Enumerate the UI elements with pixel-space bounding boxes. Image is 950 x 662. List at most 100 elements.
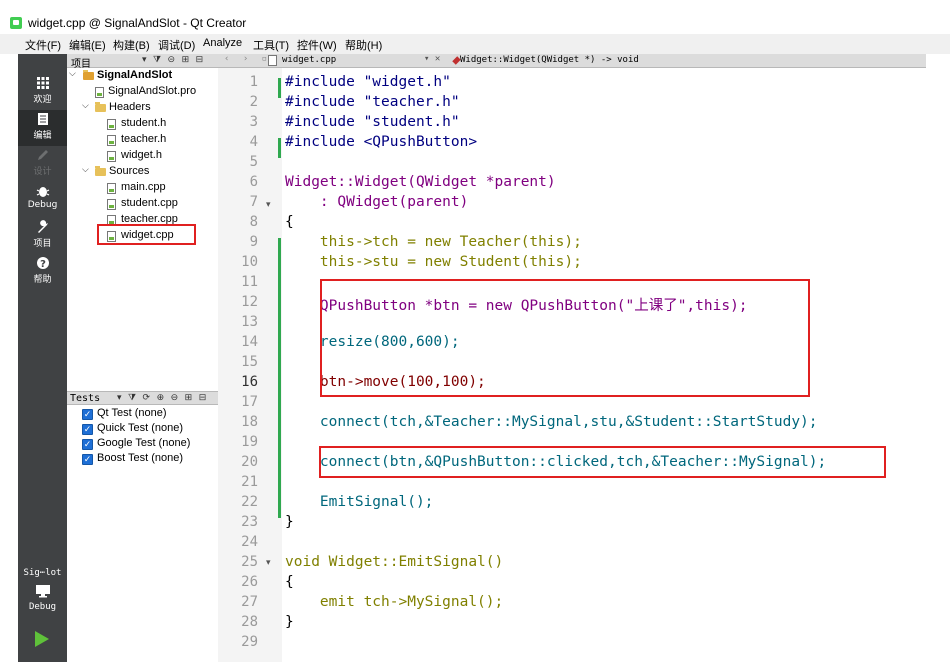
- fold-arrow-icon[interactable]: ▾: [266, 199, 271, 210]
- menu-debug[interactable]: 调试(D): [158, 37, 195, 53]
- tree-item-project[interactable]: ⌵ SignalAndSlot: [69, 68, 214, 84]
- line-number: 17: [241, 394, 258, 410]
- wrench-icon: [36, 220, 50, 234]
- line-number: 20: [241, 454, 258, 470]
- project-pane-tools[interactable]: ▾ ⧩ ⊝ ⊞ ⊟: [142, 54, 205, 65]
- line-number: 16: [241, 374, 258, 390]
- checkbox-checked-icon[interactable]: ✓: [82, 424, 93, 435]
- annotation-box-button-code: [320, 279, 810, 397]
- mode-design[interactable]: 设计: [18, 146, 67, 182]
- grid-icon: [36, 76, 50, 90]
- line-number: 26: [241, 574, 258, 590]
- menu-tools[interactable]: 工具(T): [253, 37, 289, 53]
- session-name: Sig⋯lot: [23, 568, 62, 578]
- line-number: 9: [249, 234, 258, 250]
- mode-design-label: 设计: [33, 167, 52, 177]
- code-line: this->stu = new Student(this);: [285, 254, 582, 270]
- test-item-label: Qt Test (none): [97, 407, 167, 419]
- header-file-icon: [107, 119, 116, 130]
- window-title: widget.cpp @ SignalAndSlot - Qt Creator: [28, 16, 247, 30]
- nav-back-forward-icon[interactable]: ‹ › ▫: [224, 54, 271, 64]
- line-number: 13: [241, 314, 258, 330]
- tests-pane-tools[interactable]: ▾ ⧩ ⟳ ⊕ ⊖ ⊞ ⊟: [117, 392, 208, 403]
- tree-item-file[interactable]: student.h: [107, 117, 207, 132]
- code-line: #include "widget.h": [285, 74, 451, 90]
- code-text: #include "widget.h": [285, 74, 451, 90]
- folder-icon: [95, 102, 106, 112]
- menu-build[interactable]: 构建(B): [113, 37, 150, 53]
- code-text: #include "teacher.h": [285, 94, 460, 110]
- chevron-down-icon[interactable]: ⌵: [69, 68, 76, 79]
- tree-item-label: SignalAndSlot.pro: [108, 85, 197, 97]
- line-number: 22: [241, 494, 258, 510]
- tree-item-label: SignalAndSlot: [97, 69, 173, 81]
- code-line: connect(tch,&Teacher::MySignal,stu,&Stud…: [285, 414, 818, 430]
- monitor-icon: [35, 584, 51, 598]
- line-number: 11: [241, 274, 258, 290]
- menu-bar: 文件(F) 编辑(E) 构建(B) 调试(D) Analyze 工具(T) 控件…: [0, 34, 950, 54]
- line-number: 6: [249, 174, 258, 190]
- checkbox-checked-icon[interactable]: ✓: [82, 454, 93, 465]
- line-number: 19: [241, 434, 258, 450]
- code-line: }: [285, 514, 294, 530]
- code-line: {: [285, 574, 294, 590]
- code-text: Widget::Widget(QWidget *parent): [285, 174, 556, 190]
- kit-label: Debug: [28, 602, 57, 612]
- line-number: 3: [249, 114, 258, 130]
- line-number: 12: [241, 294, 258, 310]
- chevron-down-icon[interactable]: ⌵: [82, 164, 89, 175]
- menu-analyze[interactable]: Analyze: [203, 37, 242, 49]
- mode-debug[interactable]: Debug: [18, 182, 67, 218]
- code-text: this->stu = new Student(this);: [285, 254, 582, 270]
- checkbox-checked-icon[interactable]: ✓: [82, 409, 93, 420]
- tree-item-file[interactable]: main.cpp: [107, 181, 207, 196]
- code-line: this->tch = new Teacher(this);: [285, 234, 582, 250]
- project-folder-icon: [83, 70, 94, 80]
- menu-help[interactable]: 帮助(H): [345, 37, 382, 53]
- mode-edit-label: 编辑: [33, 131, 52, 141]
- tree-item-headers[interactable]: ⌵ Headers: [82, 100, 202, 116]
- tests-list: ✓ Qt Test (none) ✓ Quick Test (none) ✓ G…: [67, 405, 218, 662]
- tree-item-label: teacher.h: [121, 133, 167, 145]
- qt-creator-icon: [10, 17, 22, 29]
- fold-arrow-icon[interactable]: ▾: [266, 557, 271, 568]
- checkbox-checked-icon[interactable]: ✓: [82, 439, 93, 450]
- code-text: }: [285, 614, 294, 630]
- tree-item-file[interactable]: widget.h: [107, 149, 207, 164]
- run-button[interactable]: [35, 631, 49, 647]
- code-line: #include <QPushButton>: [285, 134, 477, 150]
- open-document-name[interactable]: widget.cpp: [282, 55, 336, 65]
- chevron-down-icon[interactable]: ⌵: [82, 100, 89, 111]
- vertical-scrollbar[interactable]: [926, 54, 950, 662]
- menu-edit[interactable]: 编辑(E): [69, 37, 106, 53]
- change-marker: [278, 238, 281, 518]
- mode-edit[interactable]: 编辑: [18, 110, 67, 146]
- line-number: 4: [249, 134, 258, 150]
- close-document-icon[interactable]: ▾ ✕: [424, 54, 440, 64]
- header-file-icon: [107, 135, 116, 146]
- menu-controls[interactable]: 控件(W): [297, 37, 337, 53]
- mode-debug-label: Debug: [27, 200, 58, 210]
- session-selector[interactable]: Sig⋯lot Debug: [18, 568, 67, 612]
- project-pane-header: 项目 ▾ ⧩ ⊝ ⊞ ⊟: [67, 54, 218, 70]
- tree-item-file[interactable]: student.cpp: [107, 197, 207, 212]
- tree-item-label: Headers: [109, 101, 151, 113]
- mode-projects[interactable]: 项目: [18, 218, 67, 254]
- mode-help[interactable]: ? 帮助: [18, 254, 67, 290]
- mode-welcome[interactable]: 欢迎: [18, 74, 67, 110]
- edit-document-icon: [36, 112, 50, 126]
- test-item-label: Quick Test (none): [97, 422, 184, 434]
- title-bar: widget.cpp @ SignalAndSlot - Qt Creator: [0, 0, 950, 34]
- tree-item-pro-file[interactable]: SignalAndSlot.pro: [95, 85, 215, 100]
- tree-item-sources[interactable]: ⌵ Sources: [82, 164, 202, 180]
- svg-text:?: ?: [40, 259, 46, 270]
- selection-highlight-box: [97, 224, 196, 245]
- tree-item-file[interactable]: teacher.h: [107, 133, 207, 148]
- current-symbol[interactable]: Widget::Widget(QWidget *) -> void: [460, 55, 639, 65]
- code-text: this->tch = new Teacher(this);: [285, 234, 582, 250]
- line-number: 7: [249, 194, 258, 210]
- line-number: 21: [241, 474, 258, 490]
- pro-file-icon: [95, 87, 104, 98]
- menu-file[interactable]: 文件(F): [25, 37, 61, 53]
- tree-item-label: student.cpp: [121, 197, 178, 209]
